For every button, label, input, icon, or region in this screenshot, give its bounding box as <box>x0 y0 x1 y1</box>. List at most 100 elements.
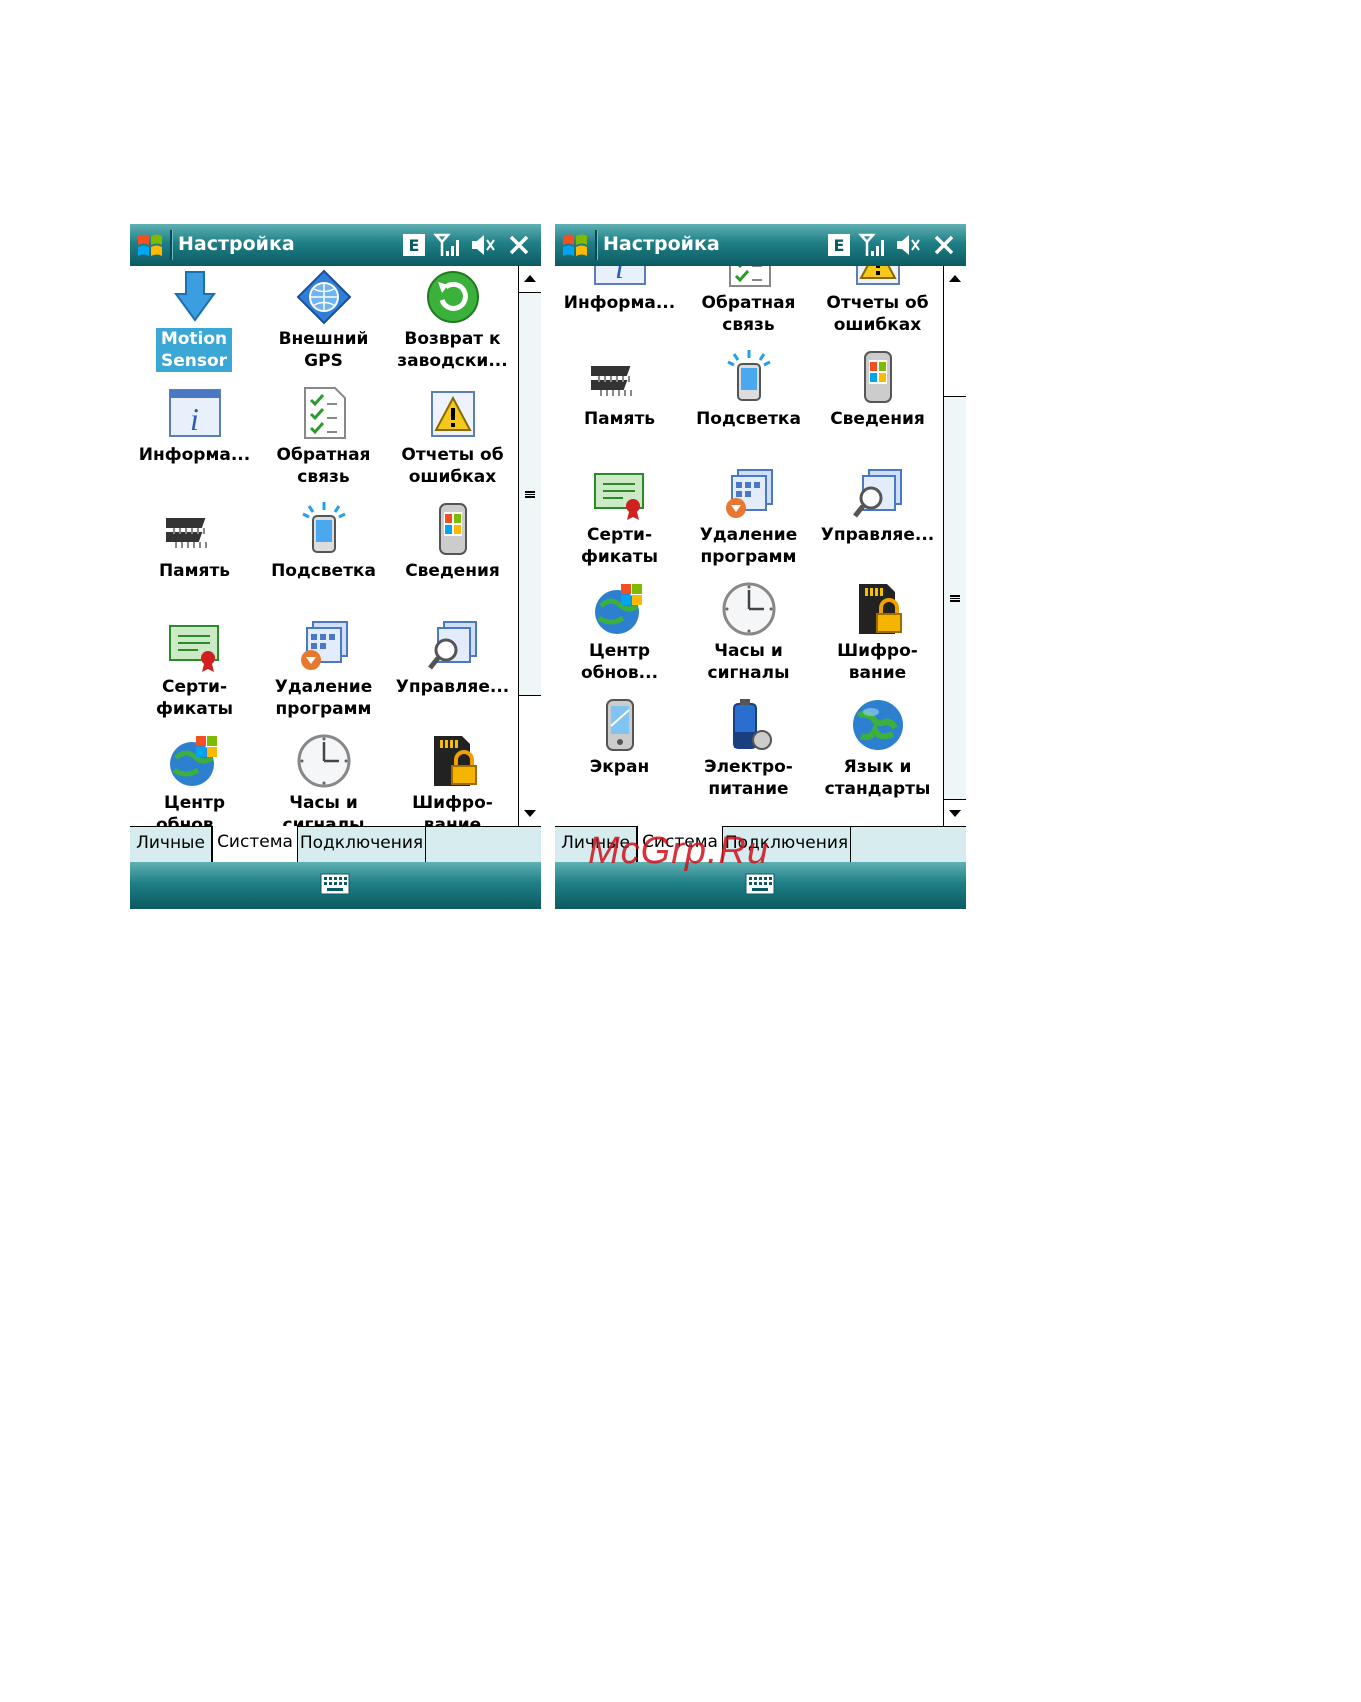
settings-item[interactable]: Обратная связь <box>684 266 813 346</box>
remove-programs-icon <box>726 469 773 518</box>
keyboard-icon[interactable] <box>320 873 350 895</box>
settings-item[interactable]: Шифро- вание <box>813 578 942 694</box>
windows-start-icon[interactable] <box>555 224 597 266</box>
settings-item[interactable]: Память <box>555 346 684 462</box>
settings-list[interactable]: i Информа... Обратная связь Отчеты об ошибк… <box>555 266 943 826</box>
settings-item-label: Информа... <box>138 445 251 465</box>
settings-item-label: Возврат к заводски... <box>397 329 508 371</box>
settings-item[interactable]: Удаление программ <box>684 462 813 578</box>
scroll-thumb[interactable] <box>944 396 966 800</box>
settings-item[interactable]: Подсветка <box>259 498 388 614</box>
encryption-icon <box>434 736 477 786</box>
svg-text:i: i <box>190 401 199 437</box>
settings-item[interactable]: Сведения <box>813 346 942 462</box>
reset-icon <box>427 271 479 323</box>
settings-item[interactable]: Удаление программ <box>259 614 388 730</box>
speaker-mute-icon[interactable] <box>469 231 497 259</box>
settings-item[interactable]: Отчеты об ошибках <box>388 382 517 498</box>
encryption-icon <box>859 584 902 634</box>
settings-item-label: Шифро- вание <box>412 793 493 826</box>
power-icon <box>733 699 772 750</box>
tab-bar: Личные Система Подключения <box>130 826 541 863</box>
settings-item[interactable]: Электро- питание <box>684 694 813 810</box>
status-area: E <box>828 231 958 259</box>
settings-screen-2: Настройка E i Информа... Обратная связь Отч… <box>555 224 966 909</box>
settings-item-label: Часы и сигналы <box>707 641 790 683</box>
error-report-icon <box>431 391 475 437</box>
tab-connections[interactable]: Подключения <box>298 827 426 862</box>
settings-item-label: Motion Sensor <box>156 328 232 372</box>
scroll-thumb[interactable] <box>519 292 541 696</box>
title-separator <box>170 230 173 260</box>
tab-system[interactable]: Система <box>212 826 298 863</box>
arrow-down-icon <box>949 810 961 817</box>
settings-item-label: Сведения <box>830 409 925 429</box>
settings-item[interactable]: i Информа... <box>555 266 684 346</box>
scroll-down-button[interactable] <box>944 802 966 826</box>
settings-item-label: Электро- питание <box>704 757 793 799</box>
soft-key-bar <box>130 862 541 909</box>
settings-item[interactable]: Motion Sensor <box>130 266 259 382</box>
certificate-icon <box>169 625 219 672</box>
signal-icon[interactable] <box>433 231 461 259</box>
settings-item[interactable]: Обратная связь <box>259 382 388 498</box>
settings-item[interactable]: Управляе... <box>388 614 517 730</box>
close-icon[interactable] <box>930 231 958 259</box>
settings-item-label: Удаление программ <box>274 677 373 719</box>
title-bar: Настройка E <box>555 224 966 266</box>
error-report-icon <box>856 266 900 285</box>
settings-item-label: Серти- фикаты <box>155 677 233 719</box>
close-icon[interactable] <box>505 231 533 259</box>
scroll-up-button[interactable] <box>944 266 966 290</box>
speaker-mute-icon[interactable] <box>894 231 922 259</box>
settings-item[interactable]: Часы и сигналы <box>684 578 813 694</box>
svg-text:i: i <box>615 266 624 285</box>
settings-item-label: Внешний GPS <box>278 329 369 371</box>
settings-item-label: Часы и сигналы <box>282 793 365 826</box>
scrollbar[interactable] <box>518 266 541 826</box>
settings-item-label: Обратная связь <box>276 445 371 487</box>
input-mode-indicator[interactable]: E <box>403 234 425 256</box>
settings-item[interactable]: Возврат к заводски... <box>388 266 517 382</box>
motion-sensor-icon <box>174 271 216 322</box>
settings-item[interactable]: Серти- фикаты <box>130 614 259 730</box>
settings-item[interactable]: Управляе... <box>813 462 942 578</box>
clock-icon <box>297 734 351 788</box>
signal-icon[interactable] <box>858 231 886 259</box>
settings-item-label: Память <box>158 561 231 581</box>
settings-item-label: Язык и стандарты <box>824 757 931 799</box>
scroll-down-button[interactable] <box>519 802 541 826</box>
grip-icon <box>950 594 960 602</box>
remove-programs-icon <box>301 621 348 670</box>
settings-list[interactable]: Motion Sensor Внешний GPS Возврат к заводс… <box>130 266 518 826</box>
settings-item[interactable]: Отчеты об ошибках <box>813 266 942 346</box>
tab-personal[interactable]: Личные <box>130 827 212 862</box>
windows-start-icon[interactable] <box>130 224 172 266</box>
settings-item[interactable]: Память <box>130 498 259 614</box>
settings-item-label: Центр обнов... <box>155 793 234 826</box>
gps-globe-icon <box>296 269 352 325</box>
certificate-icon <box>594 473 644 520</box>
clock-icon <box>722 582 776 636</box>
input-mode-indicator[interactable]: E <box>828 234 850 256</box>
info-icon: i <box>169 389 221 437</box>
settings-item[interactable]: Экран <box>555 694 684 810</box>
settings-item[interactable]: Подсветка <box>684 346 813 462</box>
settings-item[interactable]: i Информа... <box>130 382 259 498</box>
settings-item-label: Отчеты об ошибках <box>401 445 504 487</box>
settings-item[interactable]: Часы и сигналы <box>259 730 388 826</box>
settings-item[interactable]: Язык и стандарты <box>813 694 942 810</box>
settings-item-label: Управляе... <box>820 525 935 545</box>
scrollbar[interactable] <box>943 266 966 826</box>
feedback-icon <box>729 266 771 287</box>
settings-item[interactable]: Центр обнов... <box>555 578 684 694</box>
settings-item[interactable]: Сведения <box>388 498 517 614</box>
settings-item[interactable]: Центр обнов... <box>130 730 259 826</box>
backlight-icon <box>302 502 346 553</box>
settings-item[interactable]: Серти- фикаты <box>555 462 684 578</box>
settings-item-label: Шифро- вание <box>837 641 918 683</box>
settings-item[interactable]: Внешний GPS <box>259 266 388 382</box>
scroll-up-button[interactable] <box>519 266 541 290</box>
settings-item[interactable]: Шифро- вание <box>388 730 517 826</box>
keyboard-icon[interactable] <box>745 873 775 895</box>
